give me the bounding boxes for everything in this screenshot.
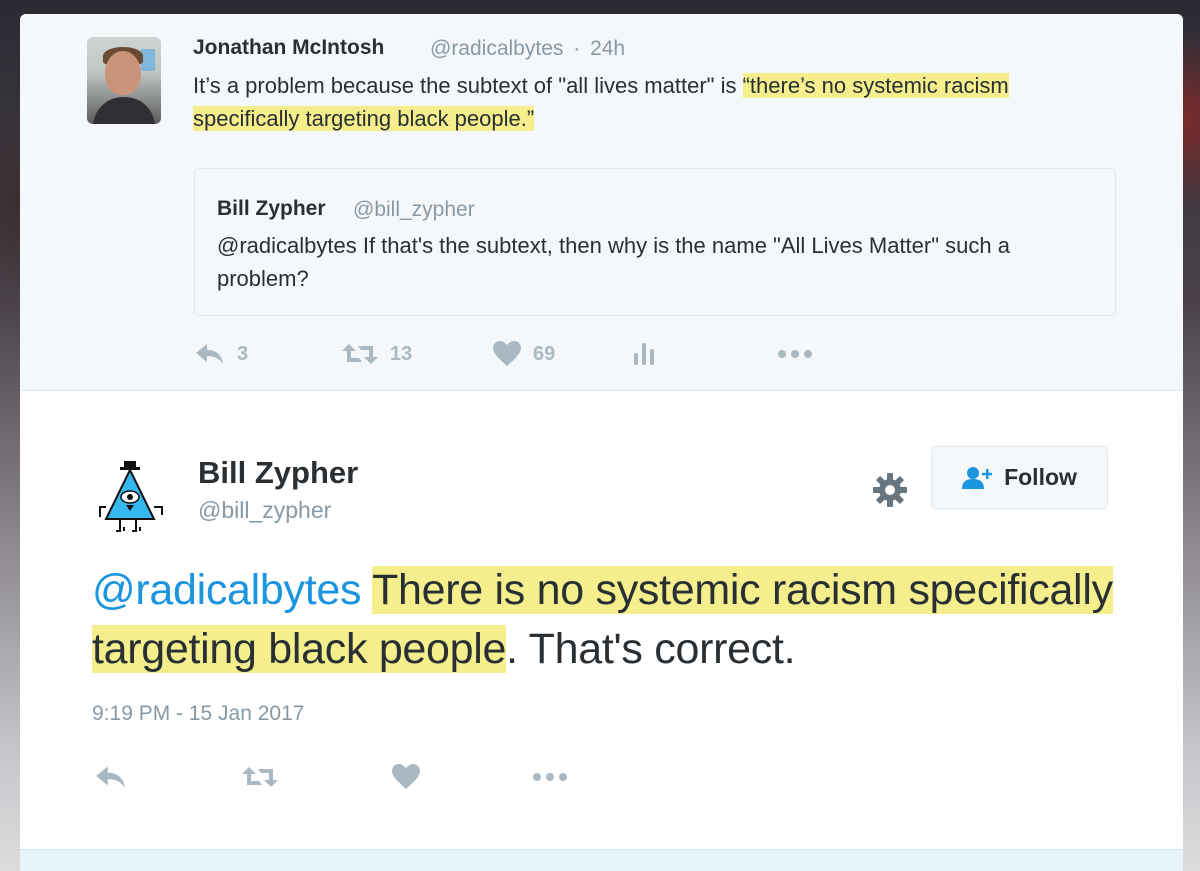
avatar-body xyxy=(93,97,155,124)
quoted-author-name: Bill Zypher xyxy=(217,197,326,220)
reply-icon xyxy=(196,344,223,364)
quoted-author-handle: @bill_zypher xyxy=(353,198,475,221)
timestamp[interactable]: 9:19 PM - 15 Jan 2017 xyxy=(92,702,304,726)
separator: · xyxy=(573,37,581,60)
mention-link[interactable]: @radicalbytes xyxy=(92,566,362,614)
tweet-text-plain: It’s a problem because the subtext of "a… xyxy=(193,73,743,98)
analytics-icon xyxy=(634,343,654,365)
tweet-text: @radicalbytes There is no systemic racis… xyxy=(92,561,1152,679)
author-handle[interactable]: @radicalbytes xyxy=(430,37,563,60)
like-count: 69 xyxy=(533,342,556,365)
follow-label: Follow xyxy=(1004,464,1077,490)
reply-button[interactable]: 3 xyxy=(195,336,248,372)
like-button[interactable]: 69 xyxy=(493,336,555,372)
avatar[interactable] xyxy=(98,459,178,539)
author-meta: @radicalbytes · 24h xyxy=(430,37,625,61)
heart-icon xyxy=(392,764,420,789)
reply-count: 3 xyxy=(237,342,249,365)
tweet-text: It’s a problem because the subtext of "a… xyxy=(193,69,1113,135)
reply-button[interactable] xyxy=(95,757,127,797)
avatar-poster xyxy=(141,49,155,71)
more-button[interactable] xyxy=(777,336,813,372)
add-user-icon xyxy=(962,466,993,489)
retweet-button[interactable]: 13 xyxy=(342,336,412,372)
quoted-tweet-text: @radicalbytes If that's the subtext, the… xyxy=(217,233,1010,291)
tweet-text-space xyxy=(361,566,372,614)
author-handle[interactable]: @bill_zypher xyxy=(198,497,331,524)
tweet-panel: Jonathan McIntosh @radicalbytes · 24h It… xyxy=(20,14,1183,871)
author-name[interactable]: Jonathan McIntosh xyxy=(193,36,384,60)
parent-tweet[interactable]: Jonathan McIntosh @radicalbytes · 24h It… xyxy=(20,14,1183,391)
reply-footer xyxy=(20,849,1183,871)
more-button[interactable] xyxy=(532,757,568,797)
gear-icon[interactable] xyxy=(872,472,908,508)
retweet-button[interactable] xyxy=(242,757,278,797)
more-icon xyxy=(533,773,567,781)
bill-cipher-avatar-icon xyxy=(99,461,163,532)
more-icon xyxy=(778,350,812,358)
retweet-icon xyxy=(242,767,278,787)
reply-icon xyxy=(96,766,125,788)
retweet-count: 13 xyxy=(390,342,413,365)
follow-button[interactable]: Follow xyxy=(931,446,1108,509)
heart-icon xyxy=(493,341,521,366)
tweet-text-rest: . That's correct. xyxy=(506,625,796,673)
avatar-head xyxy=(105,51,141,95)
time-ago[interactable]: 24h xyxy=(590,37,625,60)
author-name[interactable]: Bill Zypher xyxy=(198,455,358,491)
quoted-tweet[interactable]: Bill Zypher @bill_zypher @radicalbytes I… xyxy=(194,168,1116,316)
like-button[interactable] xyxy=(392,757,420,797)
avatar[interactable] xyxy=(87,37,161,124)
analytics-button[interactable] xyxy=(633,336,657,372)
retweet-icon xyxy=(342,344,378,364)
